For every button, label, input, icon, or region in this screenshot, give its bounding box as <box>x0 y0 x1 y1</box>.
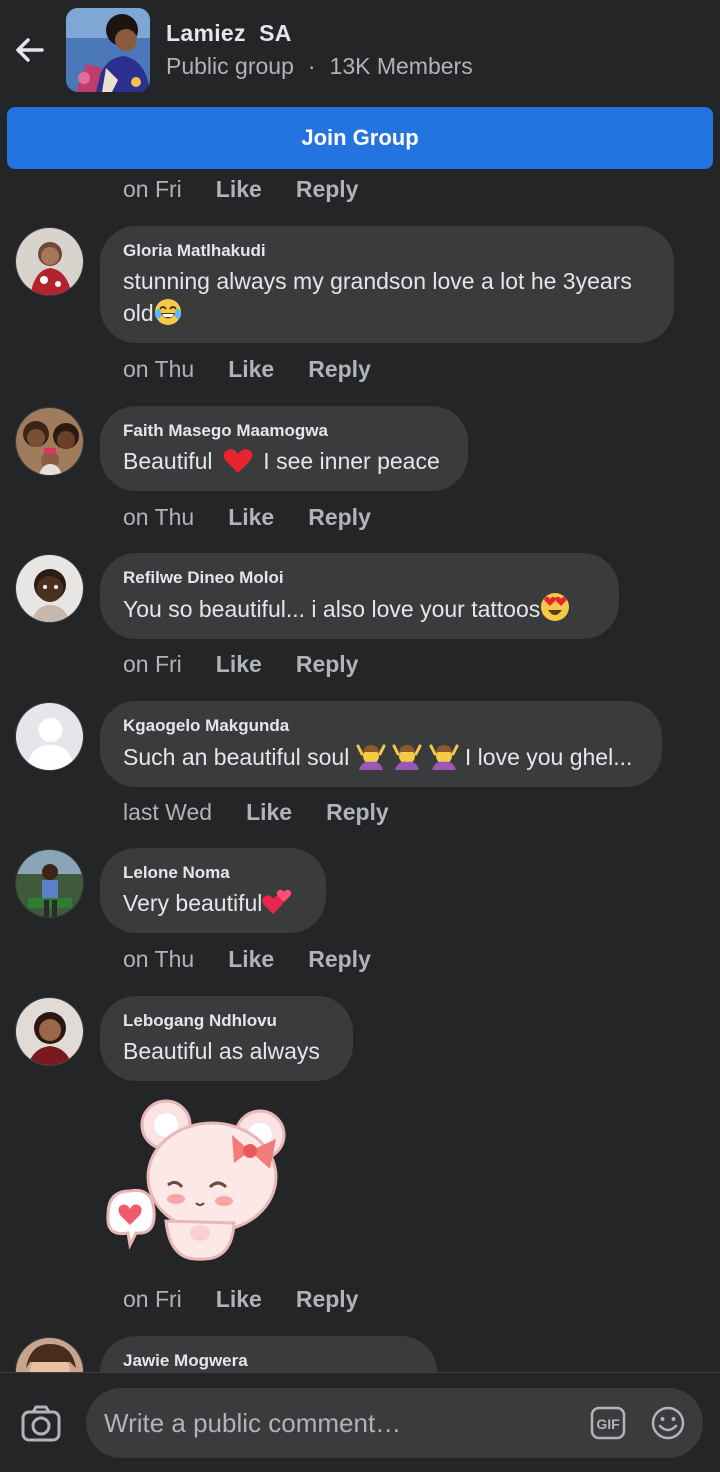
comment-bubble[interactable]: Kgaogelo Makgunda Such an beautiful soul <box>100 701 662 787</box>
group-name[interactable]: Lamiez SA <box>166 20 292 47</box>
avatar[interactable] <box>15 997 84 1066</box>
comment-text-content: Very beautiful <box>123 890 263 916</box>
comment-author[interactable]: Lebogang Ndhlovu <box>123 1010 330 1032</box>
reply-button[interactable]: Reply <box>296 176 359 203</box>
comment-text-after: I love you ghel... <box>464 744 633 770</box>
group-cover-photo[interactable] <box>66 8 150 92</box>
group-info: Public group · 13K Members <box>166 53 473 80</box>
group-post-comments-screen: Lamiez SA Public group · 13K Members Join … <box>0 0 720 1472</box>
two-hearts-icon <box>262 889 292 914</box>
comment-actions: on Thu Like Reply <box>123 353 405 385</box>
gif-icon[interactable]: GIF <box>590 1406 626 1440</box>
comment-time[interactable]: on Thu <box>123 356 194 383</box>
comment-text-before: Such an beautiful soul <box>123 744 350 770</box>
comment-bubble[interactable]: Refilwe Dineo Moloi You so beautiful... … <box>100 553 619 639</box>
avatar[interactable] <box>15 407 84 476</box>
comment-actions-prev: on Fri Like Reply <box>123 173 392 205</box>
avatar[interactable] <box>15 849 84 918</box>
camera-icon[interactable] <box>20 1403 62 1445</box>
join-group-button[interactable]: Join Group <box>7 107 713 169</box>
like-button[interactable]: Like <box>228 504 274 531</box>
comment-actions: on Thu Like Reply <box>123 501 405 533</box>
like-button[interactable]: Like <box>246 799 292 826</box>
like-button[interactable]: Like <box>216 651 262 678</box>
comment-time[interactable]: last Wed <box>123 799 212 826</box>
comment-text: Very beautiful <box>123 887 303 919</box>
pink-bear-heart-sticker[interactable] <box>100 1095 295 1265</box>
comment-author[interactable]: Kgaogelo Makgunda <box>123 715 639 737</box>
comment-text-before: Beautiful <box>123 448 213 474</box>
reply-button[interactable]: Reply <box>308 946 371 973</box>
avatar[interactable] <box>15 554 84 623</box>
comment-bubble[interactable]: Lebogang Ndhlovu Beautiful as always <box>100 996 353 1081</box>
comment-author[interactable]: Jawie Mogwera <box>123 1350 414 1372</box>
person-gesturing-ok-icon <box>356 744 386 770</box>
like-button[interactable]: Like <box>216 1286 262 1313</box>
default-profile-icon <box>16 703 83 770</box>
comment-text: Beautiful as always <box>123 1038 320 1064</box>
comment-author[interactable]: Gloria Matlhakudi <box>123 240 651 262</box>
comment-bubble[interactable]: Gloria Matlhakudi stunning always my gra… <box>100 226 674 343</box>
comment-author[interactable]: Refilwe Dineo Moloi <box>123 567 596 589</box>
reply-button[interactable]: Reply <box>326 799 389 826</box>
comment-bubble[interactable]: Lelone Noma Very beautiful <box>100 848 326 933</box>
arrow-left-icon <box>16 38 44 62</box>
reply-button[interactable]: Reply <box>296 1286 359 1313</box>
comment-text-content: stunning always my grandson love a lot h… <box>123 268 632 326</box>
comment-text: Beautiful I see inner peace <box>123 445 445 477</box>
comment-time[interactable]: on Fri <box>123 1286 182 1313</box>
comment-actions: last Wed Like Reply <box>123 796 423 828</box>
reply-button[interactable]: Reply <box>308 504 371 531</box>
avatar[interactable] <box>15 702 84 771</box>
heart-eyes-icon <box>541 593 570 621</box>
emoji-icon[interactable] <box>650 1405 686 1441</box>
reply-button[interactable]: Reply <box>308 356 371 383</box>
like-button[interactable]: Like <box>228 946 274 973</box>
member-count[interactable]: 13K Members <box>330 53 473 79</box>
comment-text-after: I see inner peace <box>263 448 440 474</box>
comment-time[interactable]: on Fri <box>123 651 182 678</box>
comment-text: Such an beautiful soul I love you ghel..… <box>123 740 639 773</box>
comment-actions: on Fri Like Reply <box>123 1283 392 1315</box>
comment-bubble[interactable]: Faith Masego Maamogwa Beautiful I see in… <box>100 406 468 491</box>
comment-actions: on Fri Like Reply <box>123 648 392 680</box>
comment-time[interactable]: on Thu <box>123 504 194 531</box>
comment-text: You so beautiful... i also love your tat… <box>123 592 596 625</box>
avatar[interactable] <box>15 227 84 296</box>
comment-text-content: You so beautiful... i also love your tat… <box>123 596 541 622</box>
comment-actions: on Thu Like Reply <box>123 943 405 975</box>
group-header: Lamiez SA Public group · 13K Members <box>0 0 720 104</box>
back-button[interactable] <box>10 30 50 70</box>
person-gesturing-ok-icon <box>429 744 458 770</box>
like-button[interactable]: Like <box>216 176 262 203</box>
reply-button[interactable]: Reply <box>296 651 359 678</box>
red-heart-icon <box>223 449 253 473</box>
gif-label: GIF <box>596 1416 620 1432</box>
face-with-tears-of-joy-icon <box>154 299 181 325</box>
separator-dot: · <box>307 53 316 79</box>
like-button[interactable]: Like <box>228 356 274 383</box>
group-privacy: Public group <box>166 53 294 79</box>
comment-author[interactable]: Faith Masego Maamogwa <box>123 420 445 442</box>
person-gesturing-ok-icon <box>392 744 422 770</box>
comment-time[interactable]: on Fri <box>123 176 182 203</box>
comment-time[interactable]: on Thu <box>123 946 194 973</box>
comment-text: stunning always my grandson love a lot h… <box>123 265 651 329</box>
comment-author[interactable]: Lelone Noma <box>123 862 303 884</box>
